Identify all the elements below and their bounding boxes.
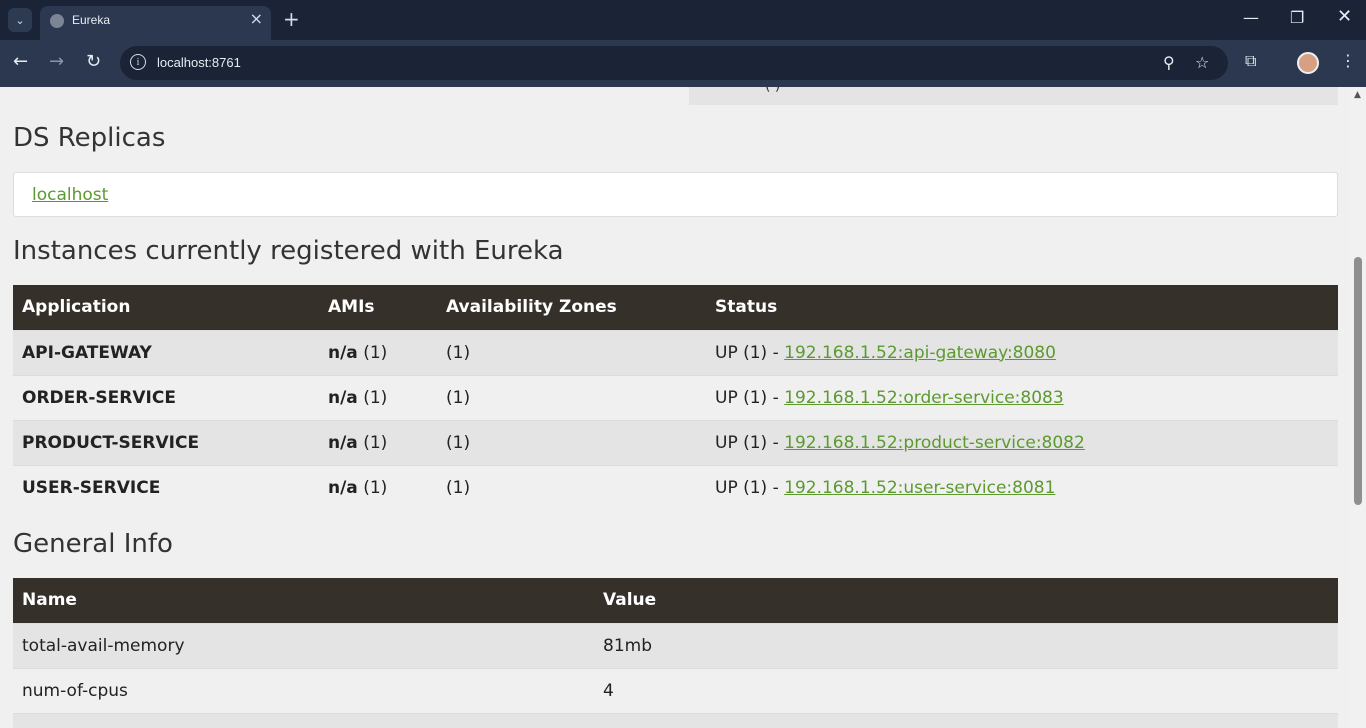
app-name: USER-SERVICE	[22, 477, 161, 498]
app-name: PRODUCT-SERVICE	[22, 432, 200, 453]
page-content: ( ) DS Replicas localhost Instances curr…	[0, 87, 1350, 728]
zones-count: (1)	[446, 432, 471, 453]
partial-info-box: ( )	[689, 87, 1338, 105]
close-window-icon[interactable]: ✕	[1337, 6, 1352, 27]
close-tab-icon[interactable]: ×	[250, 9, 263, 28]
partial-info-text: ( )	[765, 87, 780, 94]
new-tab-button[interactable]: +	[283, 7, 300, 31]
minimize-icon[interactable]: —	[1243, 8, 1259, 27]
zones-count: (1)	[446, 342, 471, 363]
instance-link[interactable]: 192.168.1.52:user-service:8081	[784, 478, 1055, 498]
table-row	[13, 712, 1338, 728]
table-row: total-avail-memory 81mb	[13, 622, 1338, 668]
scroll-thumb[interactable]	[1354, 257, 1362, 505]
tab-strip: ⌄ Eureka × + — ❐ ✕	[0, 0, 1366, 40]
instances-header-row: Application AMIs Availability Zones Stat…	[13, 285, 1338, 330]
info-value	[594, 712, 1338, 728]
info-value: 4	[594, 667, 1338, 713]
ami-label: n/a	[328, 342, 358, 363]
table-row: num-of-cpus 4	[13, 667, 1338, 713]
app-name: ORDER-SERVICE	[22, 387, 176, 408]
instance-link[interactable]: 192.168.1.52:product-service:8082	[784, 433, 1085, 453]
general-info-heading: General Info	[13, 529, 173, 559]
status-text: UP (1) -	[715, 342, 779, 363]
replica-link-localhost[interactable]: localhost	[32, 185, 108, 205]
menu-kebab-icon[interactable]: ⋮	[1340, 51, 1356, 70]
ami-count: (1)	[363, 342, 388, 363]
table-row: PRODUCT-SERVICE n/a (1) (1) UP (1) - 192…	[13, 419, 1338, 465]
zoom-icon[interactable]: ⚲	[1163, 53, 1175, 72]
instance-link[interactable]: 192.168.1.52:api-gateway:8080	[784, 343, 1056, 363]
col-value: Value	[594, 578, 1338, 623]
back-icon[interactable]: ←	[13, 51, 28, 72]
instance-link[interactable]: 192.168.1.52:order-service:8083	[784, 388, 1064, 408]
info-name: num-of-cpus	[13, 667, 594, 713]
info-name	[13, 712, 594, 728]
extensions-icon[interactable]: ⧉	[1245, 51, 1256, 71]
col-name: Name	[13, 578, 594, 623]
app-name: API-GATEWAY	[22, 342, 152, 363]
restore-icon[interactable]: ❐	[1290, 8, 1304, 27]
reload-icon[interactable]: ↻	[86, 51, 101, 72]
profile-avatar[interactable]	[1297, 52, 1319, 74]
zones-count: (1)	[446, 477, 471, 498]
globe-icon	[50, 14, 64, 28]
site-info-icon[interactable]: i	[130, 54, 146, 70]
table-row: ORDER-SERVICE n/a (1) (1) UP (1) - 192.1…	[13, 374, 1338, 420]
status-text: UP (1) -	[715, 432, 779, 453]
browser-chrome: ⌄ Eureka × + — ❐ ✕ ← → ↻ i localhost:876…	[0, 0, 1366, 87]
address-bar[interactable]: i localhost:8761 ⚲ ☆	[120, 46, 1228, 80]
ami-count: (1)	[363, 432, 388, 453]
ami-count: (1)	[363, 387, 388, 408]
chevron-down-icon: ⌄	[15, 13, 25, 27]
table-row: USER-SERVICE n/a (1) (1) UP (1) - 192.16…	[13, 464, 1338, 510]
zones-count: (1)	[446, 387, 471, 408]
url-text[interactable]: localhost:8761	[157, 55, 241, 70]
status-text: UP (1) -	[715, 477, 779, 498]
toolbar: ← → ↻ i localhost:8761 ⚲ ☆ ⧉ ⋮	[0, 40, 1366, 87]
ami-label: n/a	[328, 387, 358, 408]
status-text: UP (1) -	[715, 387, 779, 408]
scroll-up-icon[interactable]: ▲	[1354, 90, 1361, 100]
col-status: Status	[706, 285, 1338, 330]
ds-replicas-box: localhost	[13, 172, 1338, 217]
bookmark-star-icon[interactable]: ☆	[1195, 53, 1209, 72]
col-application: Application	[13, 285, 319, 330]
ami-count: (1)	[363, 477, 388, 498]
vertical-scrollbar[interactable]: ▲	[1350, 87, 1366, 728]
col-availability-zones: Availability Zones	[437, 285, 706, 330]
info-value: 81mb	[594, 622, 1338, 668]
ami-label: n/a	[328, 477, 358, 498]
table-row: API-GATEWAY n/a (1) (1) UP (1) - 192.168…	[13, 329, 1338, 375]
general-header-row: Name Value	[13, 578, 1338, 623]
forward-icon[interactable]: →	[49, 51, 64, 72]
instances-heading: Instances currently registered with Eure…	[13, 236, 564, 266]
tab-eureka[interactable]: Eureka ×	[40, 6, 271, 40]
tab-search-button[interactable]: ⌄	[8, 8, 32, 32]
tab-title: Eureka	[72, 13, 111, 27]
col-amis: AMIs	[319, 285, 437, 330]
info-name: total-avail-memory	[13, 622, 594, 668]
ami-label: n/a	[328, 432, 358, 453]
instances-table: Application AMIs Availability Zones Stat…	[13, 285, 1338, 510]
general-info-table: Name Value total-avail-memory 81mb num-o…	[13, 578, 1338, 728]
ds-replicas-heading: DS Replicas	[13, 123, 166, 153]
